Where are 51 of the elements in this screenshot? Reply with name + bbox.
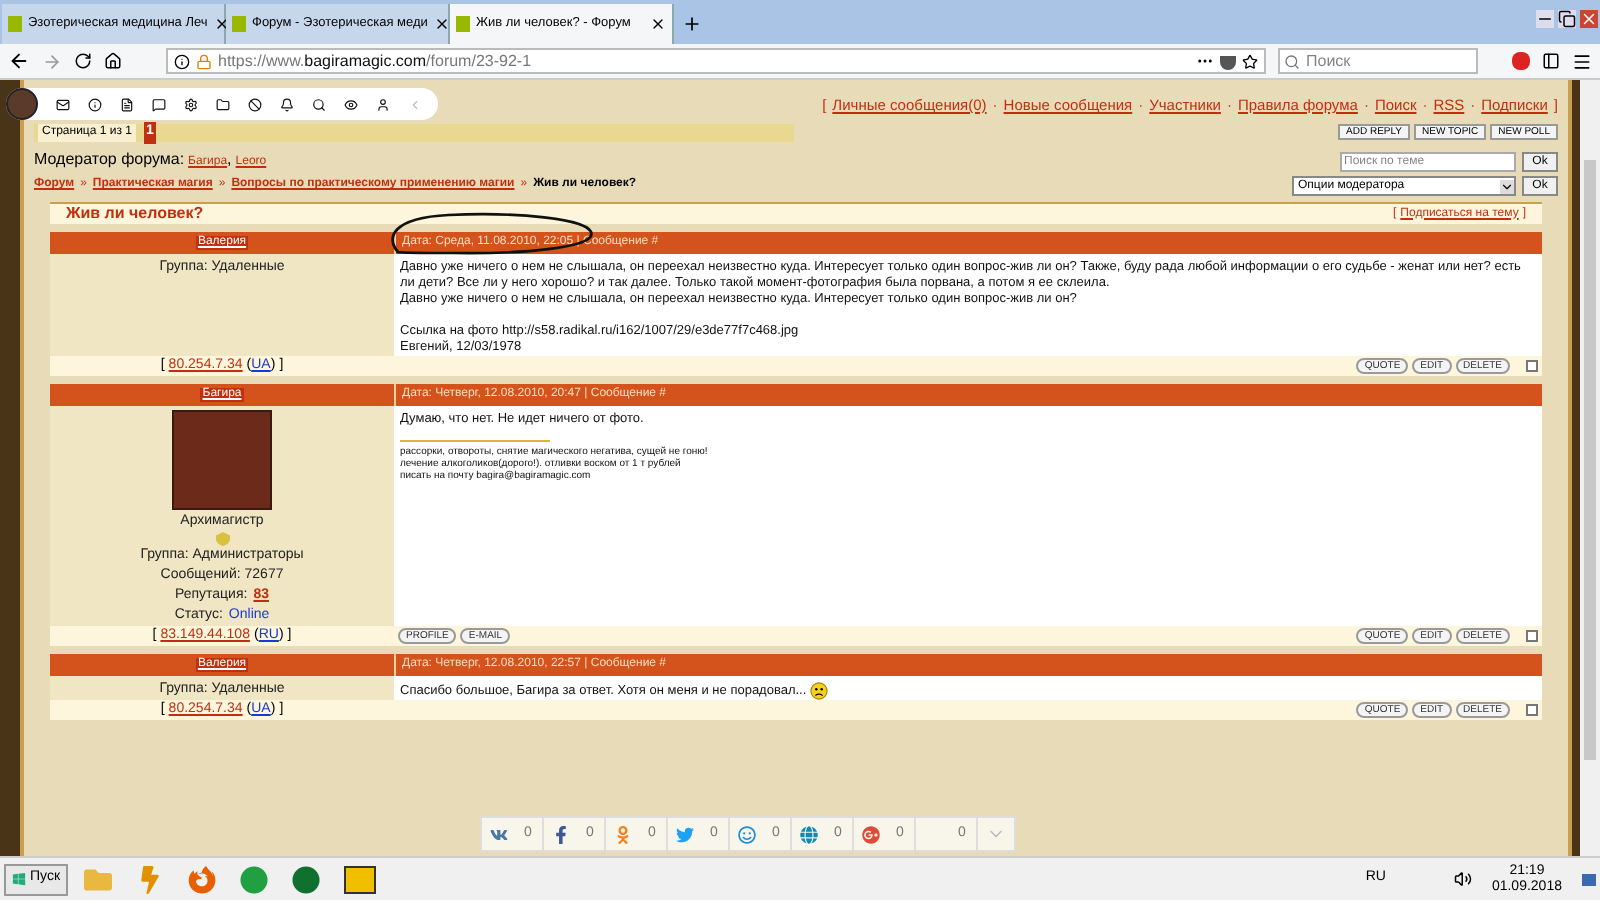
windows-logo-icon: [12, 872, 26, 886]
site-favicon-icon: [232, 16, 246, 32]
toolbar-icon[interactable]: [120, 97, 134, 111]
shield-icon: [215, 532, 229, 546]
toolbar-icon[interactable]: [56, 97, 70, 111]
address-bar[interactable]: https://www.bagiramagic.com/forum/23-92-1: [166, 48, 1266, 74]
toolbar-icon[interactable]: [376, 97, 390, 111]
star-icon[interactable]: [1242, 53, 1258, 69]
sidebar-icon[interactable]: [1542, 52, 1560, 70]
app-icon[interactable]: [240, 865, 269, 893]
toolbar-icon[interactable]: [184, 97, 198, 111]
toolbar-icon[interactable]: [216, 97, 230, 111]
thread-title: Жив ли человек?: [66, 202, 204, 226]
lock-icon: [196, 53, 212, 69]
minimize-icon[interactable]: [1536, 10, 1554, 28]
reload-icon[interactable]: [74, 52, 92, 70]
toolbar-icon[interactable]: [312, 97, 326, 111]
comma-text: ,: [227, 148, 232, 172]
close-icon[interactable]: [213, 16, 230, 32]
home-icon[interactable]: [104, 52, 122, 70]
toolbar-icon[interactable]: [280, 97, 294, 111]
close-icon[interactable]: [650, 16, 666, 32]
app-icon[interactable]: [292, 865, 321, 893]
back-icon[interactable]: [8, 50, 30, 72]
search-field[interactable]: Поиск: [1278, 48, 1478, 74]
browser-icon[interactable]: [188, 865, 217, 893]
bat-app-icon[interactable]: [344, 865, 377, 893]
moderator-label: Модератор форума:: [34, 148, 185, 172]
toolbar-icon[interactable]: [248, 97, 262, 111]
search-icon: [1284, 53, 1300, 69]
forward-icon[interactable]: [42, 51, 62, 71]
url-text: https://www.bagiramagic.com/forum/23-92-1: [218, 49, 532, 73]
new-tab-icon[interactable]: [682, 14, 702, 34]
flash-icon[interactable]: [1512, 52, 1530, 70]
checkbox[interactable]: [1526, 704, 1538, 716]
close-icon[interactable]: [433, 16, 450, 32]
scrollbar[interactable]: [1580, 80, 1600, 856]
pocket-icon[interactable]: [1220, 53, 1236, 69]
toolbar-icon[interactable]: [344, 97, 358, 111]
dropdown-arrow-icon[interactable]: [1500, 179, 1514, 193]
info-icon: [174, 53, 190, 69]
checkbox[interactable]: [1526, 630, 1538, 642]
checkbox[interactable]: [1526, 360, 1538, 372]
site-favicon-icon: [8, 16, 22, 32]
toolbar-icon[interactable]: [88, 97, 102, 111]
menu-icon[interactable]: [1572, 51, 1592, 71]
site-favicon-icon: [456, 16, 470, 32]
restore-icon[interactable]: [1558, 10, 1576, 28]
show-desktop-icon[interactable]: [1582, 873, 1596, 885]
volume-icon[interactable]: [1453, 870, 1472, 888]
toolbar-icon[interactable]: [152, 97, 166, 111]
